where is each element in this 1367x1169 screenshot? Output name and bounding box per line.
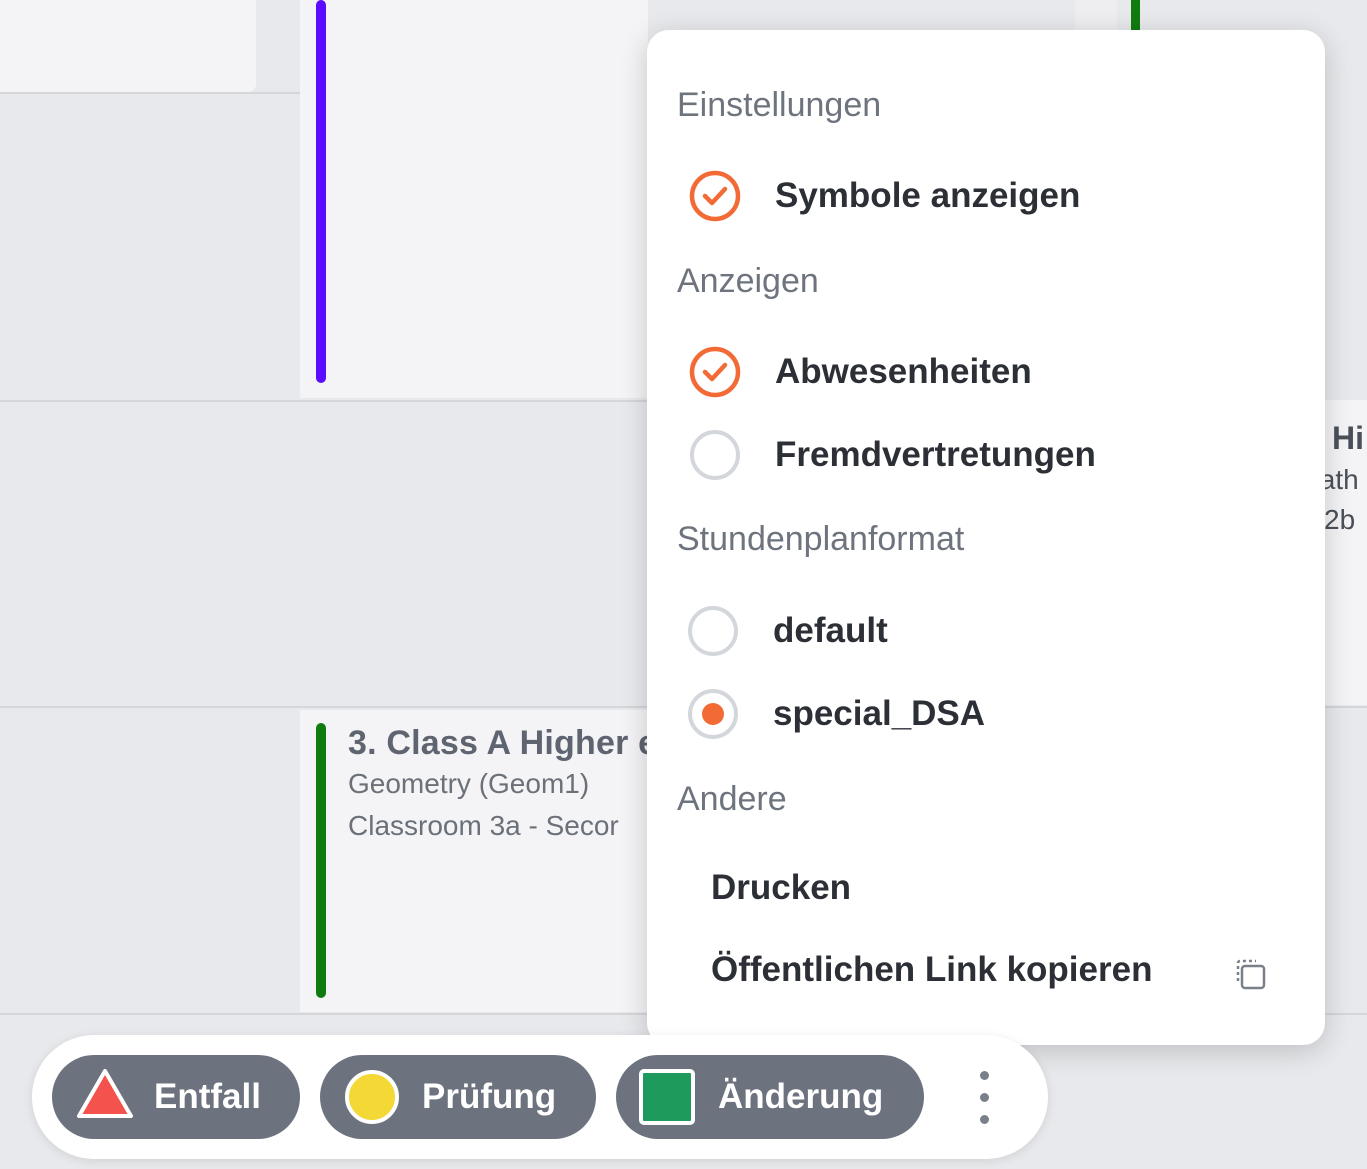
option-show-symbols[interactable]: Symbole anzeigen <box>687 168 1287 228</box>
radio-icon <box>687 603 743 659</box>
legend-entfall[interactable]: Entfall <box>52 1055 300 1139</box>
yellow-circle-icon <box>344 1069 400 1130</box>
radio-format-special-dsa[interactable]: special_DSA <box>687 686 1287 746</box>
lesson-room: 2b <box>1324 504 1356 535</box>
copy-public-link-item[interactable]: Öffentlichen Link kopieren <box>711 950 1152 990</box>
copy-icon[interactable] <box>1231 955 1271 995</box>
radio-format-default[interactable]: default <box>687 603 1287 663</box>
legend-label: Änderung <box>718 1077 884 1116</box>
option-label: Fremdvertretungen <box>775 435 1096 474</box>
radio-selected-icon <box>687 686 743 742</box>
lesson-card-top-left[interactable] <box>0 0 256 92</box>
section-title-other: Andere <box>677 780 787 818</box>
check-circle-icon <box>687 168 743 224</box>
option-external-substitutions[interactable]: Fremdvertretungen <box>687 427 1287 487</box>
print-item[interactable]: Drucken <box>711 868 851 908</box>
lesson-card-purple[interactable] <box>300 0 648 398</box>
section-title-display: Anzeigen <box>677 262 819 300</box>
lesson-subject: Geometry (Geom1) <box>348 768 590 799</box>
section-title-format: Stundenplanformat <box>677 520 965 558</box>
row-divider <box>0 92 300 94</box>
option-absences[interactable]: Abwesenheiten <box>687 344 1287 404</box>
lesson-card-right[interactable]: Hi ıath 2b <box>1318 400 1367 705</box>
lesson-accent-bar-green-top <box>1131 0 1140 30</box>
legend-label: Entfall <box>154 1077 261 1116</box>
option-label: Abwesenheiten <box>775 352 1032 391</box>
lesson-accent-bar-green <box>316 723 326 998</box>
lesson-card-top-right[interactable] <box>1075 0 1117 30</box>
section-title-settings: Einstellungen <box>677 86 882 124</box>
check-circle-icon <box>687 344 743 400</box>
red-triangle-icon <box>76 1067 134 1126</box>
option-label: Symbole anzeigen <box>775 176 1081 215</box>
green-square-icon <box>638 1068 696 1131</box>
legend-bar: Entfall Prüfung Änderung <box>32 1035 1048 1159</box>
empty-circle-icon <box>687 427 743 483</box>
kebab-menu-icon[interactable] <box>972 1071 996 1127</box>
lesson-accent-bar-purple <box>316 0 326 383</box>
lesson-room: Classroom 3a - Secor <box>348 810 619 841</box>
legend-pruefung[interactable]: Prüfung <box>320 1055 596 1139</box>
legend-aenderung[interactable]: Änderung <box>616 1055 924 1139</box>
option-label: special_DSA <box>773 694 986 733</box>
timetable-options-menu: Einstellungen Symbole anzeigen Anzeigen … <box>647 30 1325 1045</box>
legend-label: Prüfung <box>422 1077 557 1116</box>
option-label: default <box>773 611 888 650</box>
lesson-title: Hi <box>1332 420 1364 456</box>
lesson-title: 3. Class A Higher e <box>348 724 658 762</box>
